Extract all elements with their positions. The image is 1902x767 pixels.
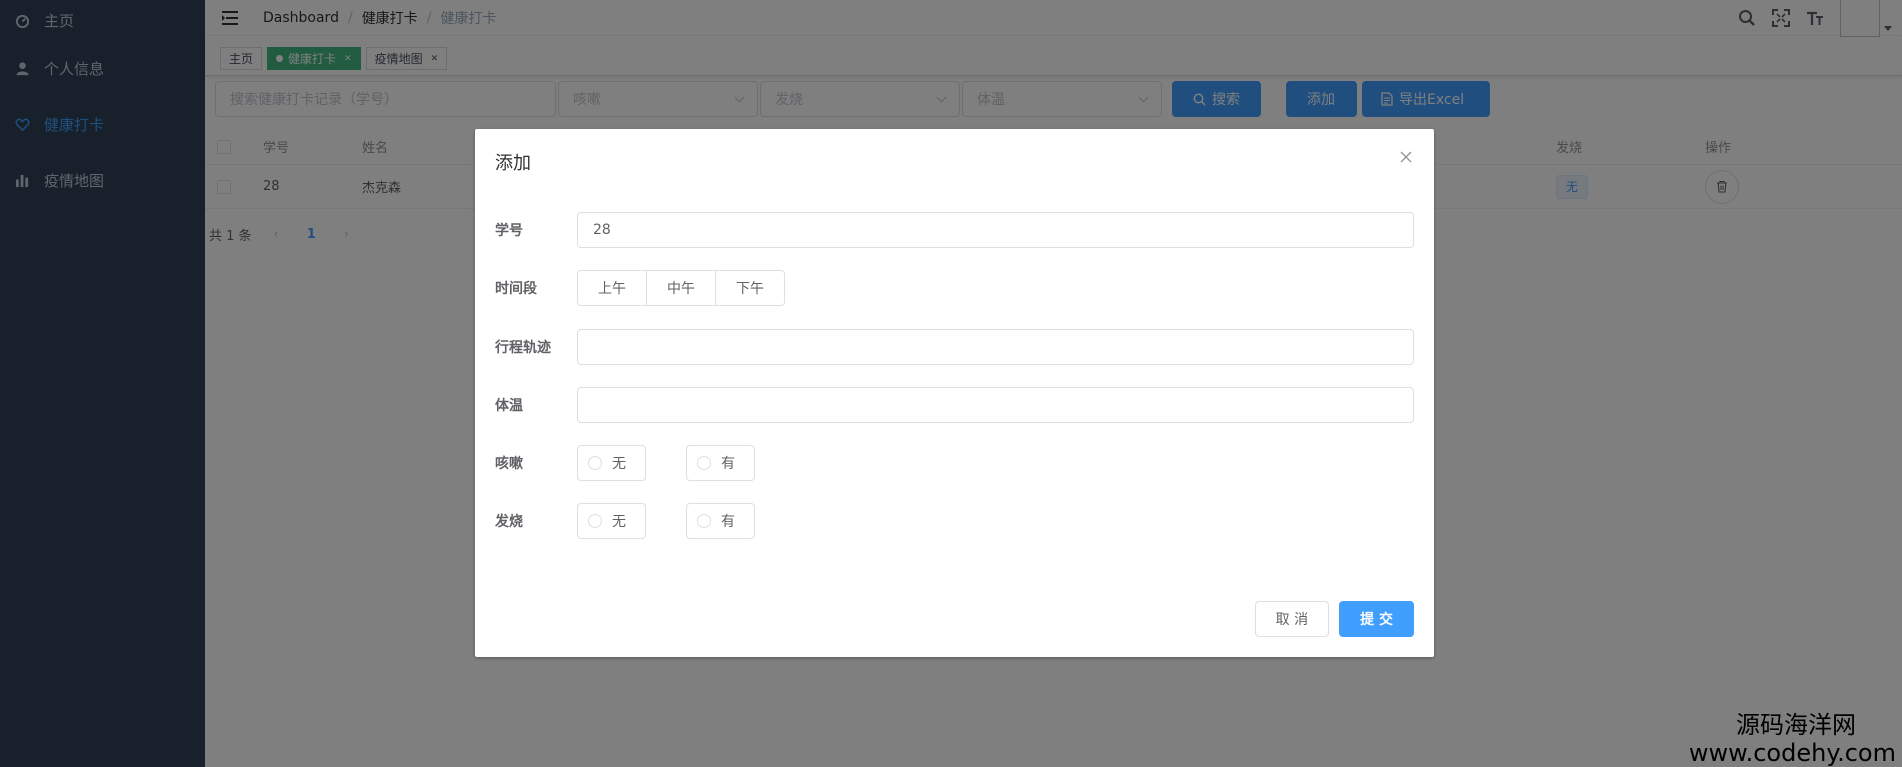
radio-label: 有 [721,456,735,472]
form-row-fever: 发烧 无 有 [495,503,1414,539]
period-button-group: 上午 中午 下午 [577,270,785,306]
radio-label: 无 [612,514,626,530]
temperature-field[interactable] [577,387,1414,423]
id-label: 学号 [495,223,523,239]
radio-circle-icon [697,514,711,528]
id-value: 28 [593,222,611,238]
id-field[interactable]: 28 [577,212,1414,248]
fever-radio-no[interactable]: 无 [577,503,646,539]
radio-label: 有 [721,514,735,530]
form-row-track: 行程轨迹 [495,329,1414,365]
dialog-title: 添加 [495,153,531,174]
form-row-temperature: 体温 [495,387,1414,423]
track-label: 行程轨迹 [495,340,551,356]
add-dialog: 添加 学号 28 时间段 上午 中午 下午 行程轨迹 体温 咳嗽 无 有 发烧 … [475,129,1434,657]
cough-radio-yes[interactable]: 有 [686,445,755,481]
cough-label: 咳嗽 [495,456,523,472]
form-row-id: 学号 28 [495,212,1414,248]
fever-label: 发烧 [495,514,523,530]
submit-button[interactable]: 提 交 [1339,601,1414,637]
track-field[interactable] [577,329,1414,365]
period-label: 时间段 [495,281,537,297]
close-icon[interactable] [1398,149,1414,165]
radio-circle-icon [697,456,711,470]
fever-radio-yes[interactable]: 有 [686,503,755,539]
cough-radio-no[interactable]: 无 [577,445,646,481]
period-afternoon-button[interactable]: 下午 [715,270,785,306]
watermark-line2: www.codehy.com [1688,739,1896,767]
radio-label: 无 [612,456,626,472]
radio-circle-icon [588,514,602,528]
temperature-label: 体温 [495,398,523,414]
form-row-cough: 咳嗽 无 有 [495,445,1414,481]
cancel-button[interactable]: 取 消 [1254,601,1330,637]
watermark: 源码海洋网 www.codehy.com [1689,713,1896,765]
dialog-footer: 取 消 提 交 [1254,601,1414,637]
watermark-line1: 源码海洋网 [1736,711,1856,739]
form-row-period: 时间段 上午 中午 下午 [495,270,1414,306]
radio-circle-icon [588,456,602,470]
period-noon-button[interactable]: 中午 [646,270,716,306]
period-morning-button[interactable]: 上午 [577,270,647,306]
